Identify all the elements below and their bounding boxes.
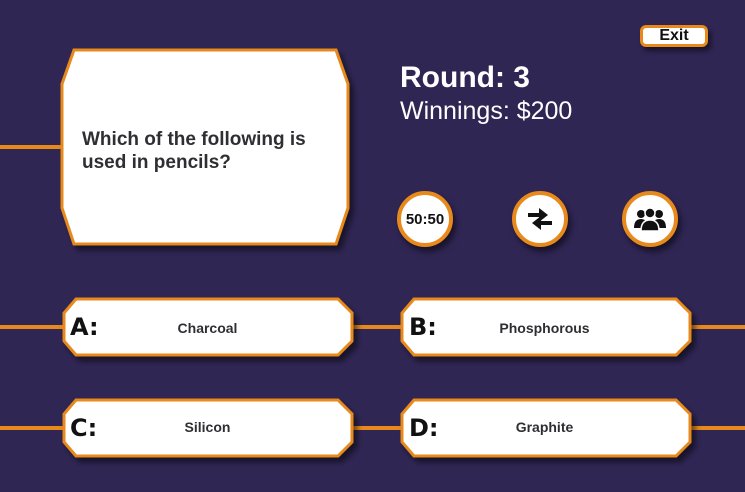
ask-audience-lifeline-button[interactable] [622, 191, 678, 247]
answer-row2-left-line [0, 426, 64, 430]
winnings-label: Winnings: $200 [400, 97, 573, 125]
exit-button[interactable]: Exit [640, 25, 708, 47]
answer-c-letter: C: [70, 414, 98, 442]
answer-row1-left-line [0, 325, 64, 329]
answer-a-letter: A: [70, 313, 99, 341]
round-label: Round: 3 [400, 61, 530, 94]
question-text: Which of the following is used in pencil… [82, 129, 306, 173]
fifty-fifty-lifeline-button[interactable]: 50:50 [397, 191, 453, 247]
answer-b-text: Phosphorous [499, 320, 590, 336]
question-connector-line [0, 145, 62, 149]
swap-question-lifeline-button[interactable] [512, 191, 568, 247]
answer-d-letter: D: [409, 414, 439, 442]
answer-row2-right-line [690, 426, 745, 430]
answer-a-text: Charcoal [177, 320, 238, 336]
answer-row1-mid-line [350, 325, 404, 329]
audience-group-icon [634, 207, 666, 232]
answer-c-text: Silicon [184, 419, 231, 435]
swap-arrows-icon [528, 208, 552, 230]
answer-b-letter: B: [409, 313, 437, 341]
answer-d-text: Graphite [515, 419, 574, 435]
answer-row1-right-line [690, 325, 745, 329]
answer-row2-mid-line [350, 426, 404, 430]
